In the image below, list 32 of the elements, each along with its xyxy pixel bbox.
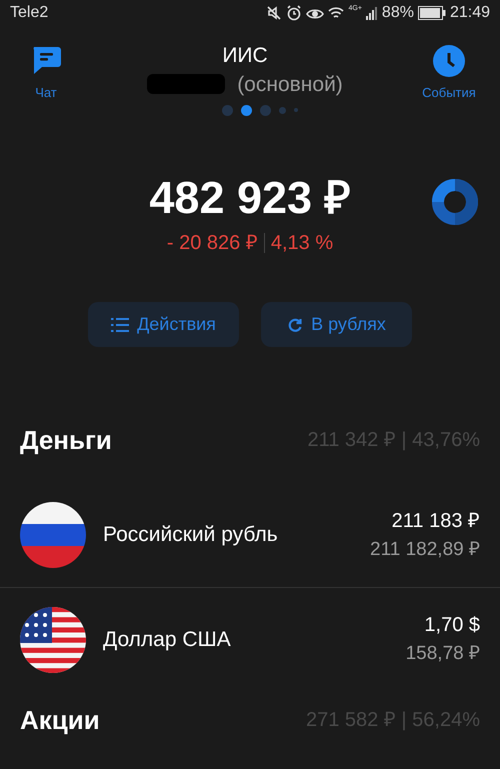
currency-value: 158,78 ₽ [406, 642, 480, 666]
daily-change-percent: 4,13 % [270, 231, 334, 256]
section-title: Акции [20, 704, 100, 736]
wifi-icon [328, 6, 344, 20]
actions-button[interactable]: Действия [88, 302, 239, 347]
portfolio-total: 482 923 ₽ [149, 172, 351, 224]
refresh-icon [287, 316, 304, 332]
signal-icon [366, 6, 378, 20]
currency-name: Российский рубль [103, 522, 279, 548]
section-title: Деньги [20, 424, 112, 456]
alarm-icon [286, 5, 302, 22]
russian-flag-icon [20, 502, 86, 568]
currency-row[interactable]: Российский рубль 211 183 ₽ 211 182,89 ₽ [0, 483, 500, 587]
currency-amount: 211 183 ₽ [392, 508, 480, 534]
clock-icon [432, 44, 465, 77]
currency-value: 211 182,89 ₽ [370, 538, 480, 562]
mute-icon [266, 5, 282, 22]
battery-icon [418, 6, 446, 20]
currency-row[interactable]: Доллар США 1,70 $ 158,78 ₽ [0, 587, 500, 691]
currency-amount: 1,70 $ [424, 613, 480, 638]
chat-button[interactable]: Чат [20, 44, 72, 102]
donut-chart-icon[interactable] [432, 179, 478, 225]
battery-percent: 88% [382, 3, 414, 24]
clock-time: 21:49 [450, 3, 490, 24]
list-icon [111, 316, 130, 332]
daily-change: - 20 826 ₽ [166, 231, 258, 256]
events-button[interactable]: События [418, 44, 480, 102]
carrier-name: Tele2 [10, 3, 48, 24]
account-subtitle: (основной) [237, 72, 343, 98]
account-title: ИИС [222, 42, 268, 69]
currency-name: Доллар США [103, 626, 232, 653]
currency-button[interactable]: В рублях [261, 302, 412, 347]
